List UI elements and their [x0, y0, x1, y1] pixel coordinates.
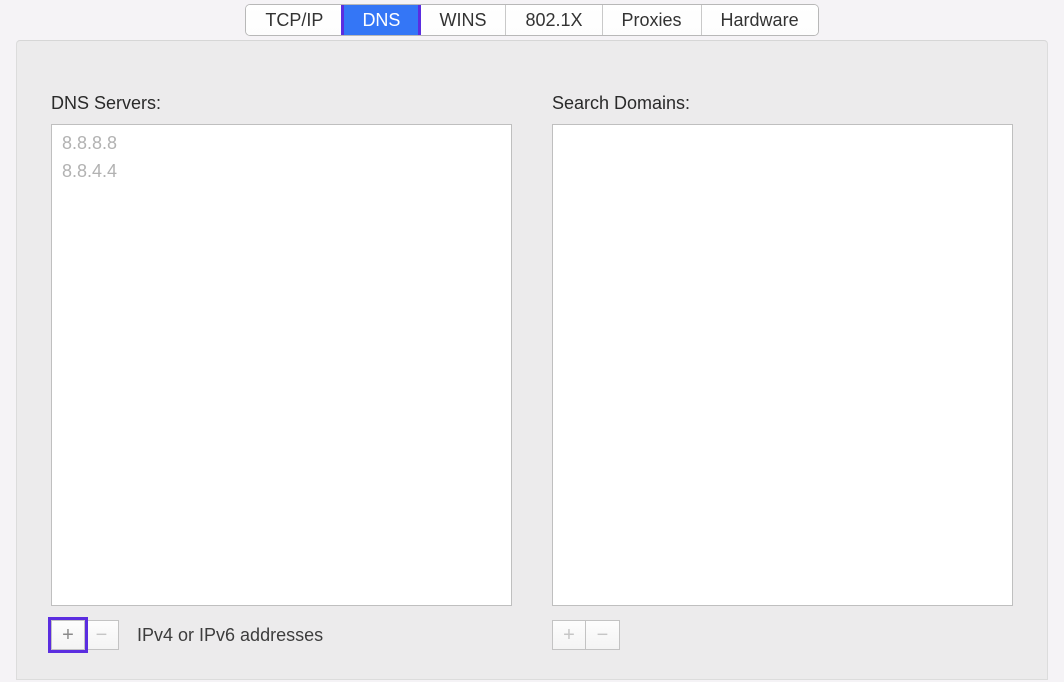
tab-hardware[interactable]: Hardware — [702, 5, 818, 35]
dns-servers-column: DNS Servers: 8.8.8.8 8.8.4.4 + − IPv4 or — [51, 93, 512, 650]
dns-add-button[interactable]: + — [51, 620, 85, 650]
search-domains-column: Search Domains: + − — [552, 93, 1013, 650]
tab-bar: TCP/IP DNS WINS 802.1X Proxies Hardware — [0, 4, 1064, 36]
tab-proxies[interactable]: Proxies — [603, 5, 702, 35]
tab-tcpip[interactable]: TCP/IP — [246, 5, 343, 35]
search-add-button[interactable]: + — [552, 620, 586, 650]
dns-settings-panel: DNS Servers: 8.8.8.8 8.8.4.4 + − IPv4 or — [16, 40, 1048, 680]
network-prefs-window: TCP/IP DNS WINS 802.1X Proxies Hardware … — [0, 0, 1064, 680]
tab-segmented-control: TCP/IP DNS WINS 802.1X Proxies Hardware — [245, 4, 818, 36]
search-domains-label: Search Domains: — [552, 93, 1013, 114]
plus-icon: + — [62, 625, 74, 645]
dns-hint-text: IPv4 or IPv6 addresses — [137, 625, 323, 646]
search-plusminus-group: + − — [552, 620, 620, 650]
dns-server-entry[interactable]: 8.8.4.4 — [62, 157, 501, 185]
dns-servers-label: DNS Servers: — [51, 93, 512, 114]
dns-servers-list[interactable]: 8.8.8.8 8.8.4.4 — [51, 124, 512, 606]
columns-wrap: DNS Servers: 8.8.8.8 8.8.4.4 + − IPv4 or — [17, 93, 1047, 650]
tab-wins[interactable]: WINS — [420, 5, 506, 35]
tab-dns[interactable]: DNS — [343, 5, 420, 35]
plus-icon: + — [563, 625, 575, 645]
search-domains-footer: + − — [552, 620, 1013, 650]
minus-icon: − — [96, 625, 108, 645]
tab-8021x[interactable]: 802.1X — [506, 5, 602, 35]
minus-icon: − — [597, 625, 609, 645]
dns-plusminus-group: + − — [51, 620, 119, 650]
search-remove-button[interactable]: − — [586, 620, 620, 650]
dns-remove-button[interactable]: − — [85, 620, 119, 650]
dns-server-entry[interactable]: 8.8.8.8 — [62, 129, 501, 157]
dns-servers-footer: + − IPv4 or IPv6 addresses — [51, 620, 512, 650]
tab-dns-label: DNS — [362, 10, 400, 30]
search-domains-list[interactable] — [552, 124, 1013, 606]
